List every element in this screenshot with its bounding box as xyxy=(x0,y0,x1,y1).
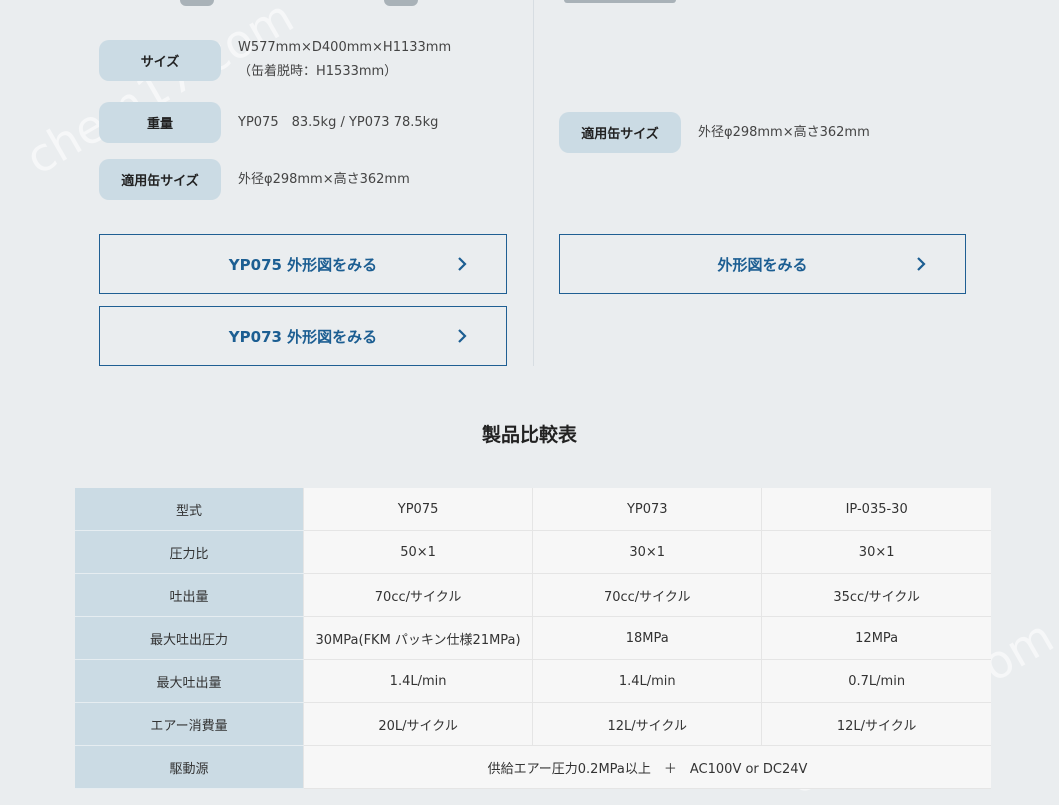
spec-value: 外径φ298mm×高さ362mm xyxy=(238,171,410,187)
table-cell: 12L/サイクル xyxy=(761,702,991,746)
row-label: 駆動源 xyxy=(75,745,304,789)
table-cell: 0.7L/min xyxy=(761,659,991,703)
spec-row-can-size-right: 適用缶サイズ 外径φ298mm×高さ362mm xyxy=(559,112,870,153)
outline-drawing-button[interactable]: 外形図をみる xyxy=(559,234,966,294)
spec-value: 外径φ298mm×高さ362mm xyxy=(698,124,870,140)
model-cell: YP075 xyxy=(302,488,533,531)
spec-label: サイズ xyxy=(99,39,221,81)
table-cell: 20L/サイクル xyxy=(302,702,533,746)
chevron-right-icon xyxy=(917,257,926,271)
button-label: YP073 外形図をみる xyxy=(228,327,378,346)
spec-row-weight: 重量 YP075 83.5kg / YP073 78.5kg xyxy=(99,102,438,143)
spec-value-line: W577mm×D400mm×H1133mm xyxy=(238,40,452,55)
table-cell: 18MPa xyxy=(532,616,762,660)
image-remnant xyxy=(564,0,676,3)
table-cell: 30MPa(FKM パッキン仕様21MPa) xyxy=(302,616,533,660)
button-label: 外形図をみる xyxy=(717,255,808,274)
row-label: 吐出量 xyxy=(75,573,304,617)
yp075-outline-button[interactable]: YP075 外形図をみる xyxy=(99,234,507,294)
table-cell: 70cc/サイクル xyxy=(532,573,762,617)
table-row: 吐出量 70cc/サイクル 70cc/サイクル 35cc/サイクル xyxy=(75,573,991,617)
comparison-table: 型式 YP075 YP073 IP-035-30 圧力比 50×1 30×1 3… xyxy=(75,488,991,789)
image-remnant xyxy=(384,0,418,6)
spec-value: YP075 83.5kg / YP073 78.5kg xyxy=(238,114,439,130)
row-label: 圧力比 xyxy=(75,530,304,574)
table-header-row: 型式 YP075 YP073 IP-035-30 xyxy=(75,488,991,531)
table-cell: 12L/サイクル xyxy=(532,702,762,746)
row-label: エアー消費量 xyxy=(75,702,304,746)
table-cell: 1.4L/min xyxy=(532,659,762,703)
model-cell: YP073 xyxy=(532,488,762,531)
row-label: 型式 xyxy=(75,488,304,531)
table-row: 最大吐出量 1.4L/min 1.4L/min 0.7L/min xyxy=(75,659,991,703)
comparison-title: 製品比較表 xyxy=(481,424,577,446)
table-cell: 30×1 xyxy=(532,530,762,574)
table-cell: 1.4L/min xyxy=(302,659,533,703)
chevron-right-icon xyxy=(458,329,467,343)
table-cell: 供給エアー圧力0.2MPa以上 ＋ AC100V or DC24V xyxy=(303,745,991,789)
table-cell: 12MPa xyxy=(761,616,991,660)
row-label: 最大吐出圧力 xyxy=(75,616,304,660)
table-cell: 30×1 xyxy=(761,530,991,574)
spec-value: W577mm×D400mm×H1133mm （缶着脱時：H1533mm） xyxy=(238,36,451,84)
yp073-outline-button[interactable]: YP073 外形図をみる xyxy=(99,306,507,366)
column-divider xyxy=(533,0,534,366)
model-cell: IP-035-30 xyxy=(761,488,991,531)
image-remnant xyxy=(180,0,214,6)
row-label: 最大吐出量 xyxy=(75,659,304,703)
spec-label: 重量 xyxy=(99,102,221,143)
table-row: エアー消費量 20L/サイクル 12L/サイクル 12L/サイクル xyxy=(75,702,991,746)
chevron-right-icon xyxy=(458,257,467,271)
spec-value-line: （缶着脱時：H1533mm） xyxy=(238,64,398,79)
table-cell: 50×1 xyxy=(302,530,533,574)
spec-label: 適用缶サイズ xyxy=(99,159,221,200)
spec-row-can-size: 適用缶サイズ 外径φ298mm×高さ362mm xyxy=(99,159,410,200)
spec-row-size: サイズ W577mm×D400mm×H1133mm （缶着脱時：H1533mm） xyxy=(99,36,451,84)
table-row: 最大吐出圧力 30MPa(FKM パッキン仕様21MPa) 18MPa 12MP… xyxy=(75,616,991,660)
table-cell: 35cc/サイクル xyxy=(761,573,991,617)
button-label: YP075 外形図をみる xyxy=(228,255,378,274)
watermark: chem17.com xyxy=(16,0,303,186)
spec-label: 適用缶サイズ xyxy=(559,112,681,153)
table-row-drive: 駆動源 供給エアー圧力0.2MPa以上 ＋ AC100V or DC24V xyxy=(75,745,991,789)
table-cell: 70cc/サイクル xyxy=(302,573,533,617)
table-row: 圧力比 50×1 30×1 30×1 xyxy=(75,530,991,574)
